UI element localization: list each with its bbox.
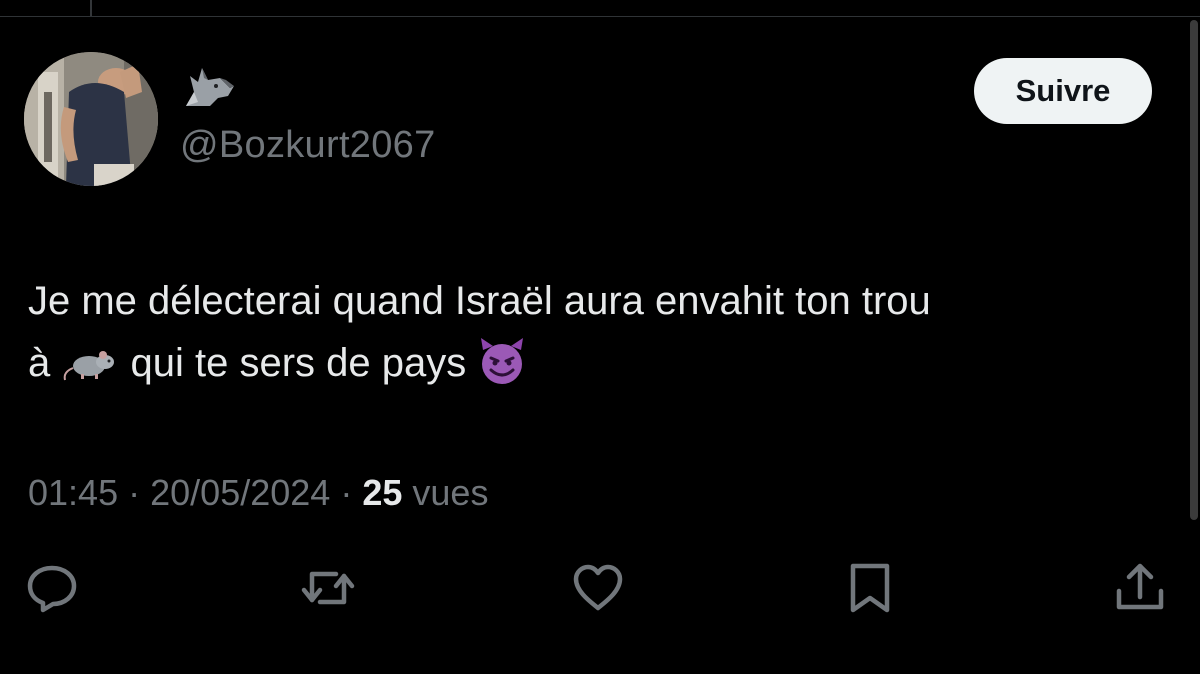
meta-separator: ·: [128, 472, 141, 513]
follow-button[interactable]: Suivre: [974, 58, 1152, 124]
like-button[interactable]: [570, 562, 626, 618]
thread-connector-line: [90, 0, 92, 16]
retweet-icon: [300, 564, 356, 617]
tweet-meta: 01:45 · 20/05/2024 · 25 vues: [28, 472, 488, 514]
tweet-line-2-text-a: à: [28, 341, 51, 385]
rat-emoji-icon: [61, 338, 119, 381]
bookmark-icon: [845, 562, 895, 619]
views-label: vues: [412, 472, 489, 513]
share-button[interactable]: [1112, 562, 1168, 618]
bookmark-button[interactable]: [842, 562, 898, 618]
scrollbar[interactable]: [1190, 20, 1198, 520]
tweet-line-2-text-b: qui te sers de pays: [130, 341, 467, 385]
tweet-line-2: à qui te sers de pays: [28, 332, 1178, 394]
reply-icon: [25, 563, 79, 618]
tweet-date[interactable]: 20/05/2024: [150, 472, 330, 513]
retweet-button[interactable]: [300, 562, 356, 618]
share-icon: [1113, 561, 1167, 620]
user-handle[interactable]: @Bozkurt2067: [180, 124, 436, 167]
views-count: 25: [362, 472, 403, 513]
wolf-icon: [180, 62, 236, 110]
top-divider: [0, 16, 1200, 17]
avatar[interactable]: [24, 52, 158, 186]
like-icon: [570, 563, 626, 618]
tweet-time[interactable]: 01:45: [28, 472, 118, 513]
tweet-text: Je me délecterai quand Israël aura envah…: [28, 270, 1178, 394]
tweet-line-1: Je me délecterai quand Israël aura envah…: [28, 279, 931, 323]
reply-button[interactable]: [24, 562, 80, 618]
tweet-actions-bar: [0, 562, 1200, 618]
meta-separator: ·: [340, 472, 353, 513]
smiling-imp-emoji-icon: [477, 336, 527, 386]
